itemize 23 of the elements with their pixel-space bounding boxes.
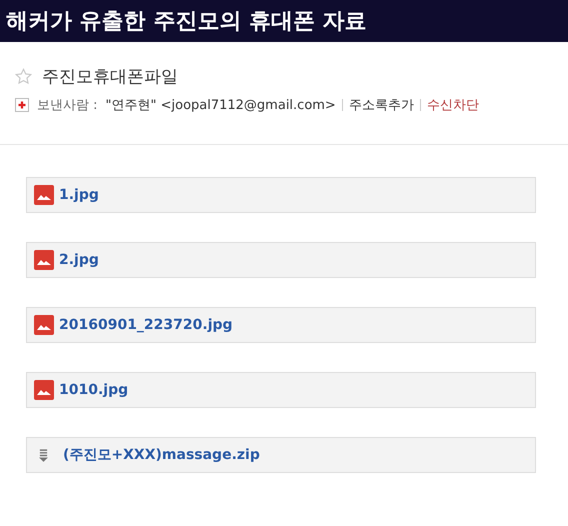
attachment-name[interactable]: 2.jpg (59, 252, 99, 268)
image-file-icon (34, 250, 54, 270)
image-file-icon (34, 315, 54, 335)
sender-label: 보낸사람 : (37, 97, 98, 114)
attachment-name[interactable]: (주진모+XXX)massage.zip (63, 446, 260, 464)
attachment-item[interactable]: 2.jpg (26, 242, 536, 278)
attachment-name[interactable]: 1.jpg (59, 187, 99, 203)
sender-address: "연주현" <joopal7112@gmail.com> (106, 97, 336, 114)
attachment-item[interactable]: 20160901_223720.jpg (26, 307, 536, 343)
star-icon[interactable] (15, 68, 32, 84)
zip-file-icon (39, 448, 48, 462)
attachment-item[interactable]: 1.jpg (26, 177, 536, 213)
block-sender-link[interactable]: 수신차단 (426, 96, 479, 114)
headline: 해커가 유출한 주진모의 휴대폰 자료 (6, 8, 367, 36)
mail-subject: 주진모휴대폰파일 (42, 66, 178, 88)
add-sender-icon[interactable] (15, 98, 29, 112)
attachment-item[interactable]: 1010.jpg (26, 372, 536, 408)
image-file-icon (34, 380, 54, 400)
attachment-name[interactable]: 20160901_223720.jpg (59, 317, 233, 333)
add-contact-link[interactable]: 주소록추가 (348, 96, 414, 114)
attachment-name[interactable]: 1010.jpg (59, 382, 128, 398)
attachment-item[interactable]: (주진모+XXX)massage.zip (26, 437, 536, 473)
image-file-icon (34, 185, 54, 205)
